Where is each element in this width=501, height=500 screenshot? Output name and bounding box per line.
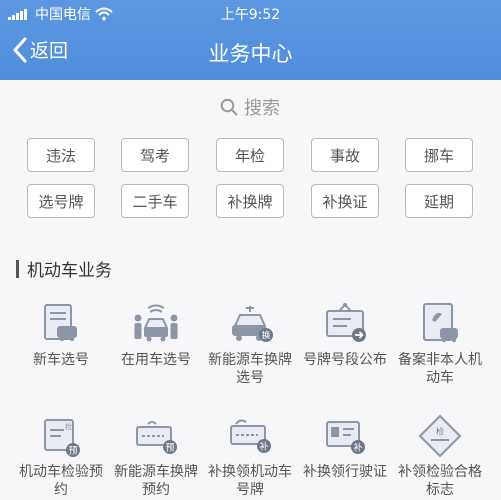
service-label: 号牌号段公布 — [303, 352, 387, 368]
svg-text:检: 检 — [65, 422, 72, 431]
new-car-number-icon — [44, 304, 77, 342]
service-inspection-badge[interactable]: 检 补领检验合格标志 — [390, 414, 490, 499]
svg-text:换: 换 — [261, 330, 270, 342]
page-title: 业务中心 — [208, 42, 293, 66]
service-ev-plate-booking[interactable]: 预 新能源车换牌预约 — [106, 414, 206, 499]
service-label: 备案非本人机动车 — [398, 352, 482, 386]
svg-text:检: 检 — [436, 426, 444, 436]
service-label: 补领检验合格标志 — [398, 464, 482, 498]
service-label: 新能源车换牌预约 — [114, 464, 198, 498]
service-vehicle-record[interactable]: 备案非本人机动车 — [390, 302, 490, 387]
service-plate-range[interactable]: 号牌号段公布 — [295, 302, 395, 369]
svg-text:预: 预 — [68, 446, 77, 457]
tag-used-car[interactable]: 二手车 — [121, 184, 189, 218]
car-in-use-icon — [134, 304, 178, 342]
plate-range-sign-icon — [326, 303, 366, 342]
svg-text:补: 补 — [353, 442, 362, 454]
service-label: 补换领机动车号牌 — [208, 464, 292, 498]
service-ev-plate[interactable]: 换 新能源车换牌选号 — [200, 302, 300, 387]
search-input[interactable]: 搜索 — [150, 92, 350, 122]
nav-bar: 返回 业务中心 — [0, 26, 501, 80]
section-marker — [16, 259, 19, 278]
ev-plate-booking-icon: 预 — [136, 421, 177, 454]
service-label: 新能源车换牌选号 — [208, 352, 292, 386]
service-car-in-use[interactable]: 在用车选号 — [106, 302, 206, 369]
app-header: 中国电信 上午9:52 返回 业务中心 — [0, 0, 501, 80]
service-plate-replace[interactable]: 补 补换领机动车号牌 — [200, 414, 300, 499]
tag-driving-test[interactable]: 驾考 — [121, 138, 189, 172]
section-title: 机动车业务 — [27, 261, 112, 281]
search-icon — [220, 98, 238, 116]
tag-replace-plate[interactable]: 补换牌 — [216, 184, 284, 218]
service-new-car-number[interactable]: 新车选号 — [11, 302, 111, 369]
vehicle-record-icon — [423, 303, 458, 343]
svg-text:补: 补 — [259, 441, 268, 453]
service-label: 补换领行驶证 — [303, 464, 387, 480]
ev-plate-icon: 换 — [232, 306, 273, 342]
search-placeholder: 搜索 — [244, 98, 280, 119]
tag-extension[interactable]: 延期 — [405, 184, 473, 218]
status-bar: 中国电信 上午9:52 — [0, 0, 501, 26]
tag-accident[interactable]: 事故 — [311, 138, 379, 172]
tag-replace-license[interactable]: 补换证 — [311, 184, 379, 218]
tag-select-plate[interactable]: 选号牌 — [27, 184, 95, 218]
tag-move-car[interactable]: 挪车 — [405, 138, 473, 172]
svg-text:预: 预 — [165, 443, 174, 454]
service-label: 机动车检验预约 — [19, 464, 103, 498]
tag-annual-inspection[interactable]: 年检 — [216, 138, 284, 172]
tag-violation[interactable]: 违法 — [27, 138, 95, 172]
service-inspection-booking[interactable]: 检 预 机动车检验预约 — [11, 414, 111, 499]
license-replace-icon: 补 — [326, 421, 365, 454]
status-time: 上午9:52 — [220, 7, 281, 23]
section-header: 机动车业务 — [16, 256, 112, 281]
inspection-badge-icon: 检 — [418, 414, 462, 458]
service-license-replace[interactable]: 补 补换领行驶证 — [295, 414, 395, 481]
service-label: 新车选号 — [33, 352, 89, 368]
inspection-booking-icon: 检 预 — [44, 419, 80, 457]
service-label: 在用车选号 — [121, 352, 191, 368]
plate-replace-icon: 补 — [230, 419, 271, 453]
